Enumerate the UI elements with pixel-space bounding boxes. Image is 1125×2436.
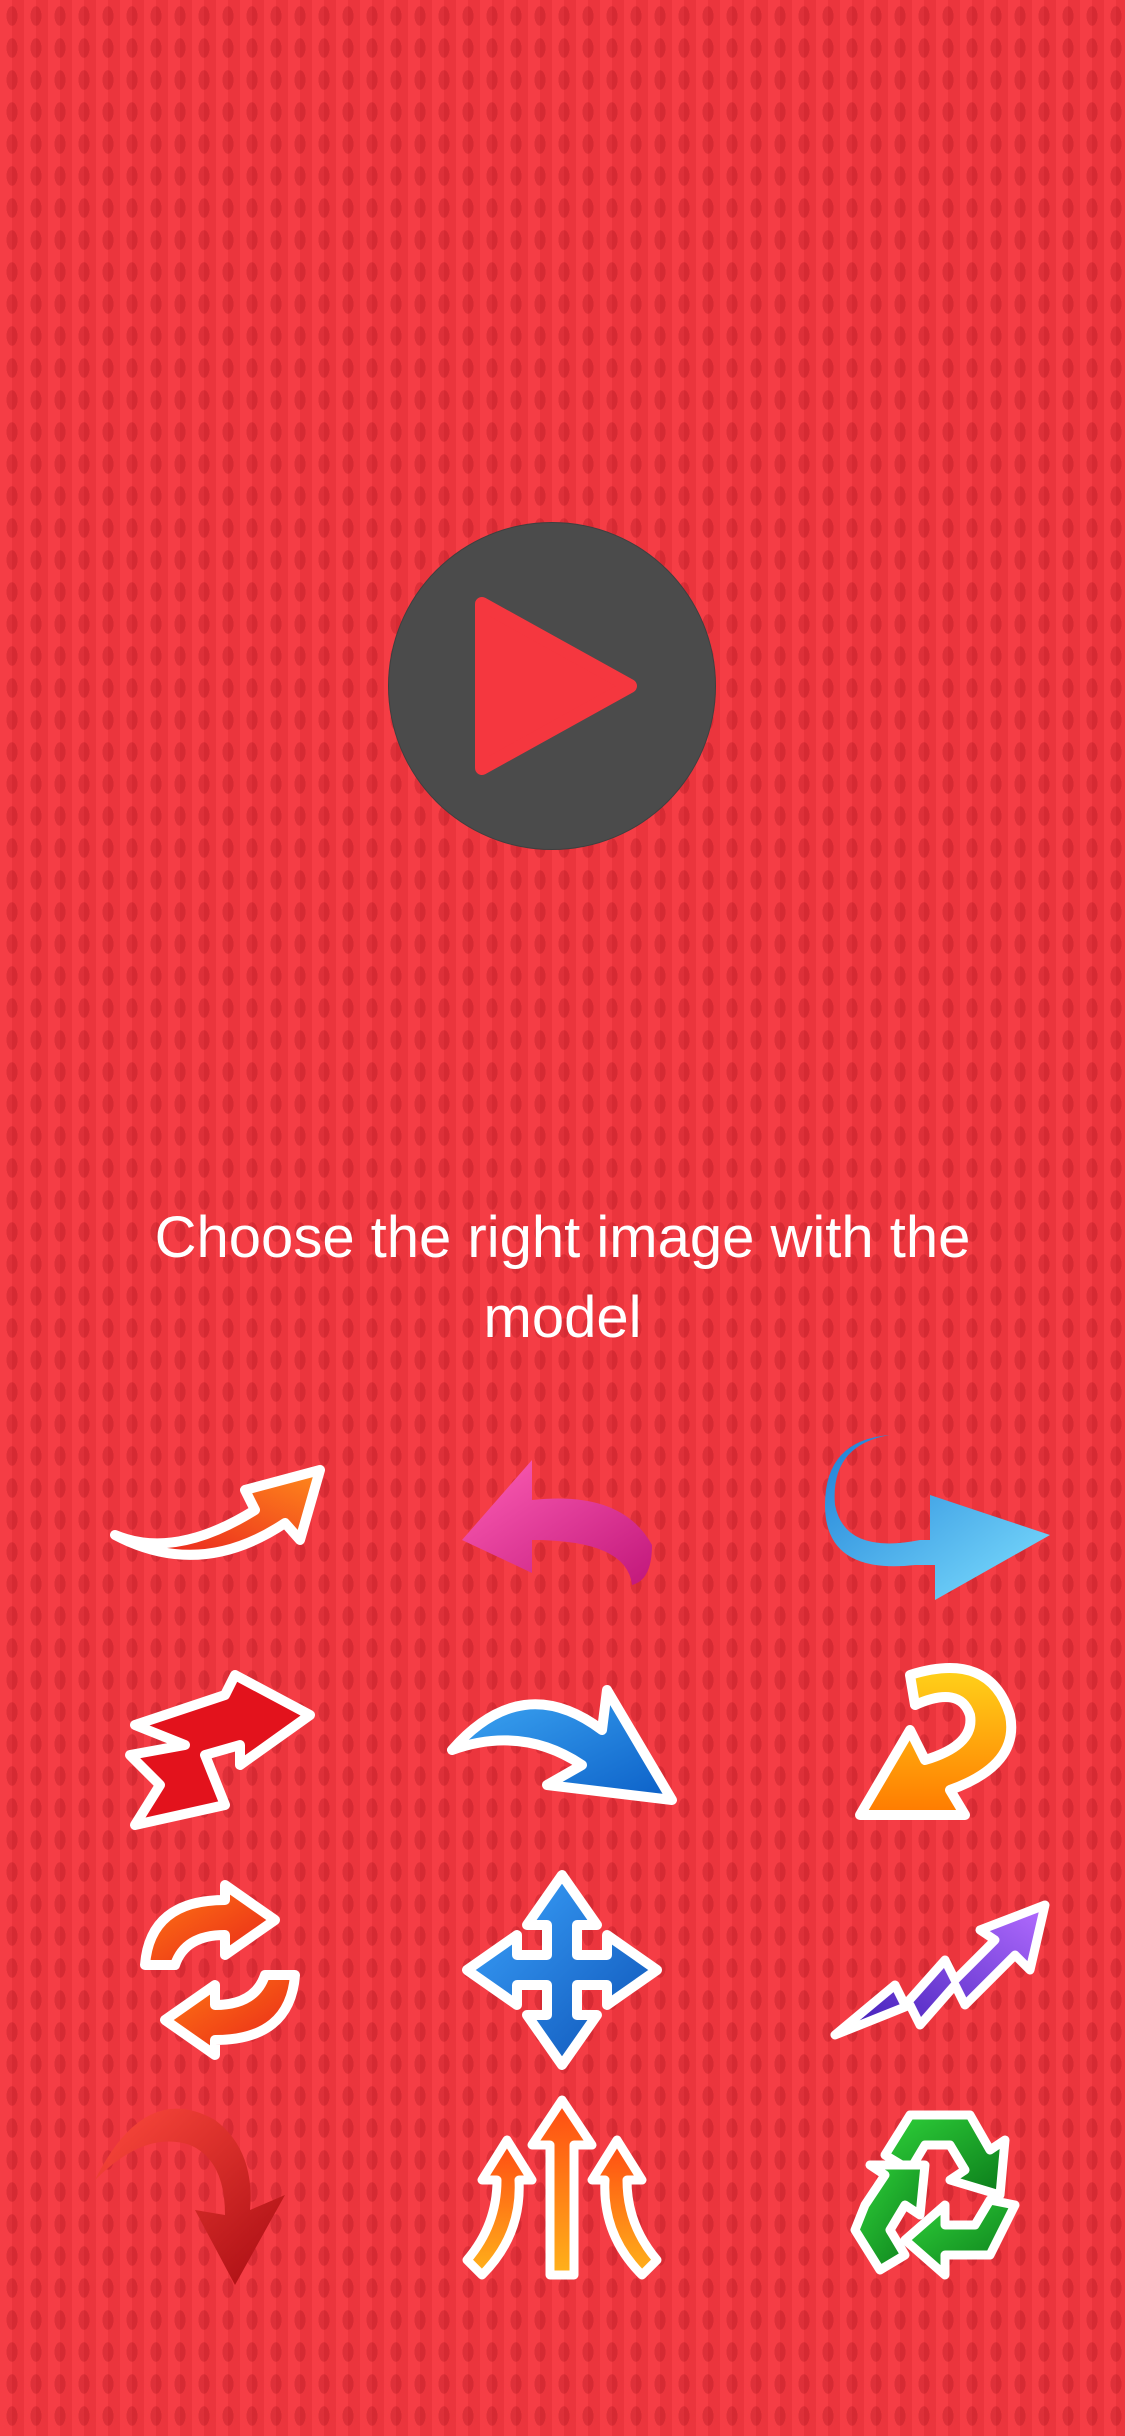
choice-4[interactable] (90, 1625, 350, 1865)
red-3d-curved-arrow-down-icon (95, 2108, 285, 2285)
blue-four-way-arrow-icon (462, 1870, 662, 2070)
choice-10[interactable] (75, 2070, 335, 2310)
choice-5[interactable] (432, 1625, 692, 1865)
yellow-u-turn-arrow-icon (855, 1663, 1017, 1820)
choice-8[interactable] (432, 1850, 692, 2090)
choice-12[interactable] (810, 2070, 1070, 2310)
choice-7[interactable] (90, 1850, 350, 2090)
orange-curved-arrow-right-icon (110, 1465, 325, 1560)
red-zigzag-arrow-icon (125, 1670, 315, 1830)
choice-2[interactable] (432, 1400, 692, 1640)
choice-1[interactable] (90, 1400, 350, 1640)
orange-triple-up-arrow-icon (462, 2095, 662, 2280)
pink-curved-arrow-left-icon (462, 1460, 652, 1585)
choice-9[interactable] (810, 1850, 1070, 2090)
green-recycle-icon (850, 2110, 1020, 2280)
choice-11[interactable] (432, 2070, 692, 2310)
purple-lightning-arrow-icon (830, 1900, 1050, 2040)
play-button[interactable] (388, 522, 716, 850)
choice-grid (0, 1400, 1125, 2400)
choice-3[interactable] (810, 1400, 1070, 1640)
blue-arc-arrow-right-icon (447, 1685, 677, 1805)
blue-hook-arrow-right-icon (825, 1435, 1050, 1600)
play-icon (475, 597, 637, 775)
choice-6[interactable] (810, 1625, 1070, 1865)
orange-refresh-arrows-icon (140, 1880, 300, 2060)
prompt-text: Choose the right image with the model (154, 1205, 971, 1350)
